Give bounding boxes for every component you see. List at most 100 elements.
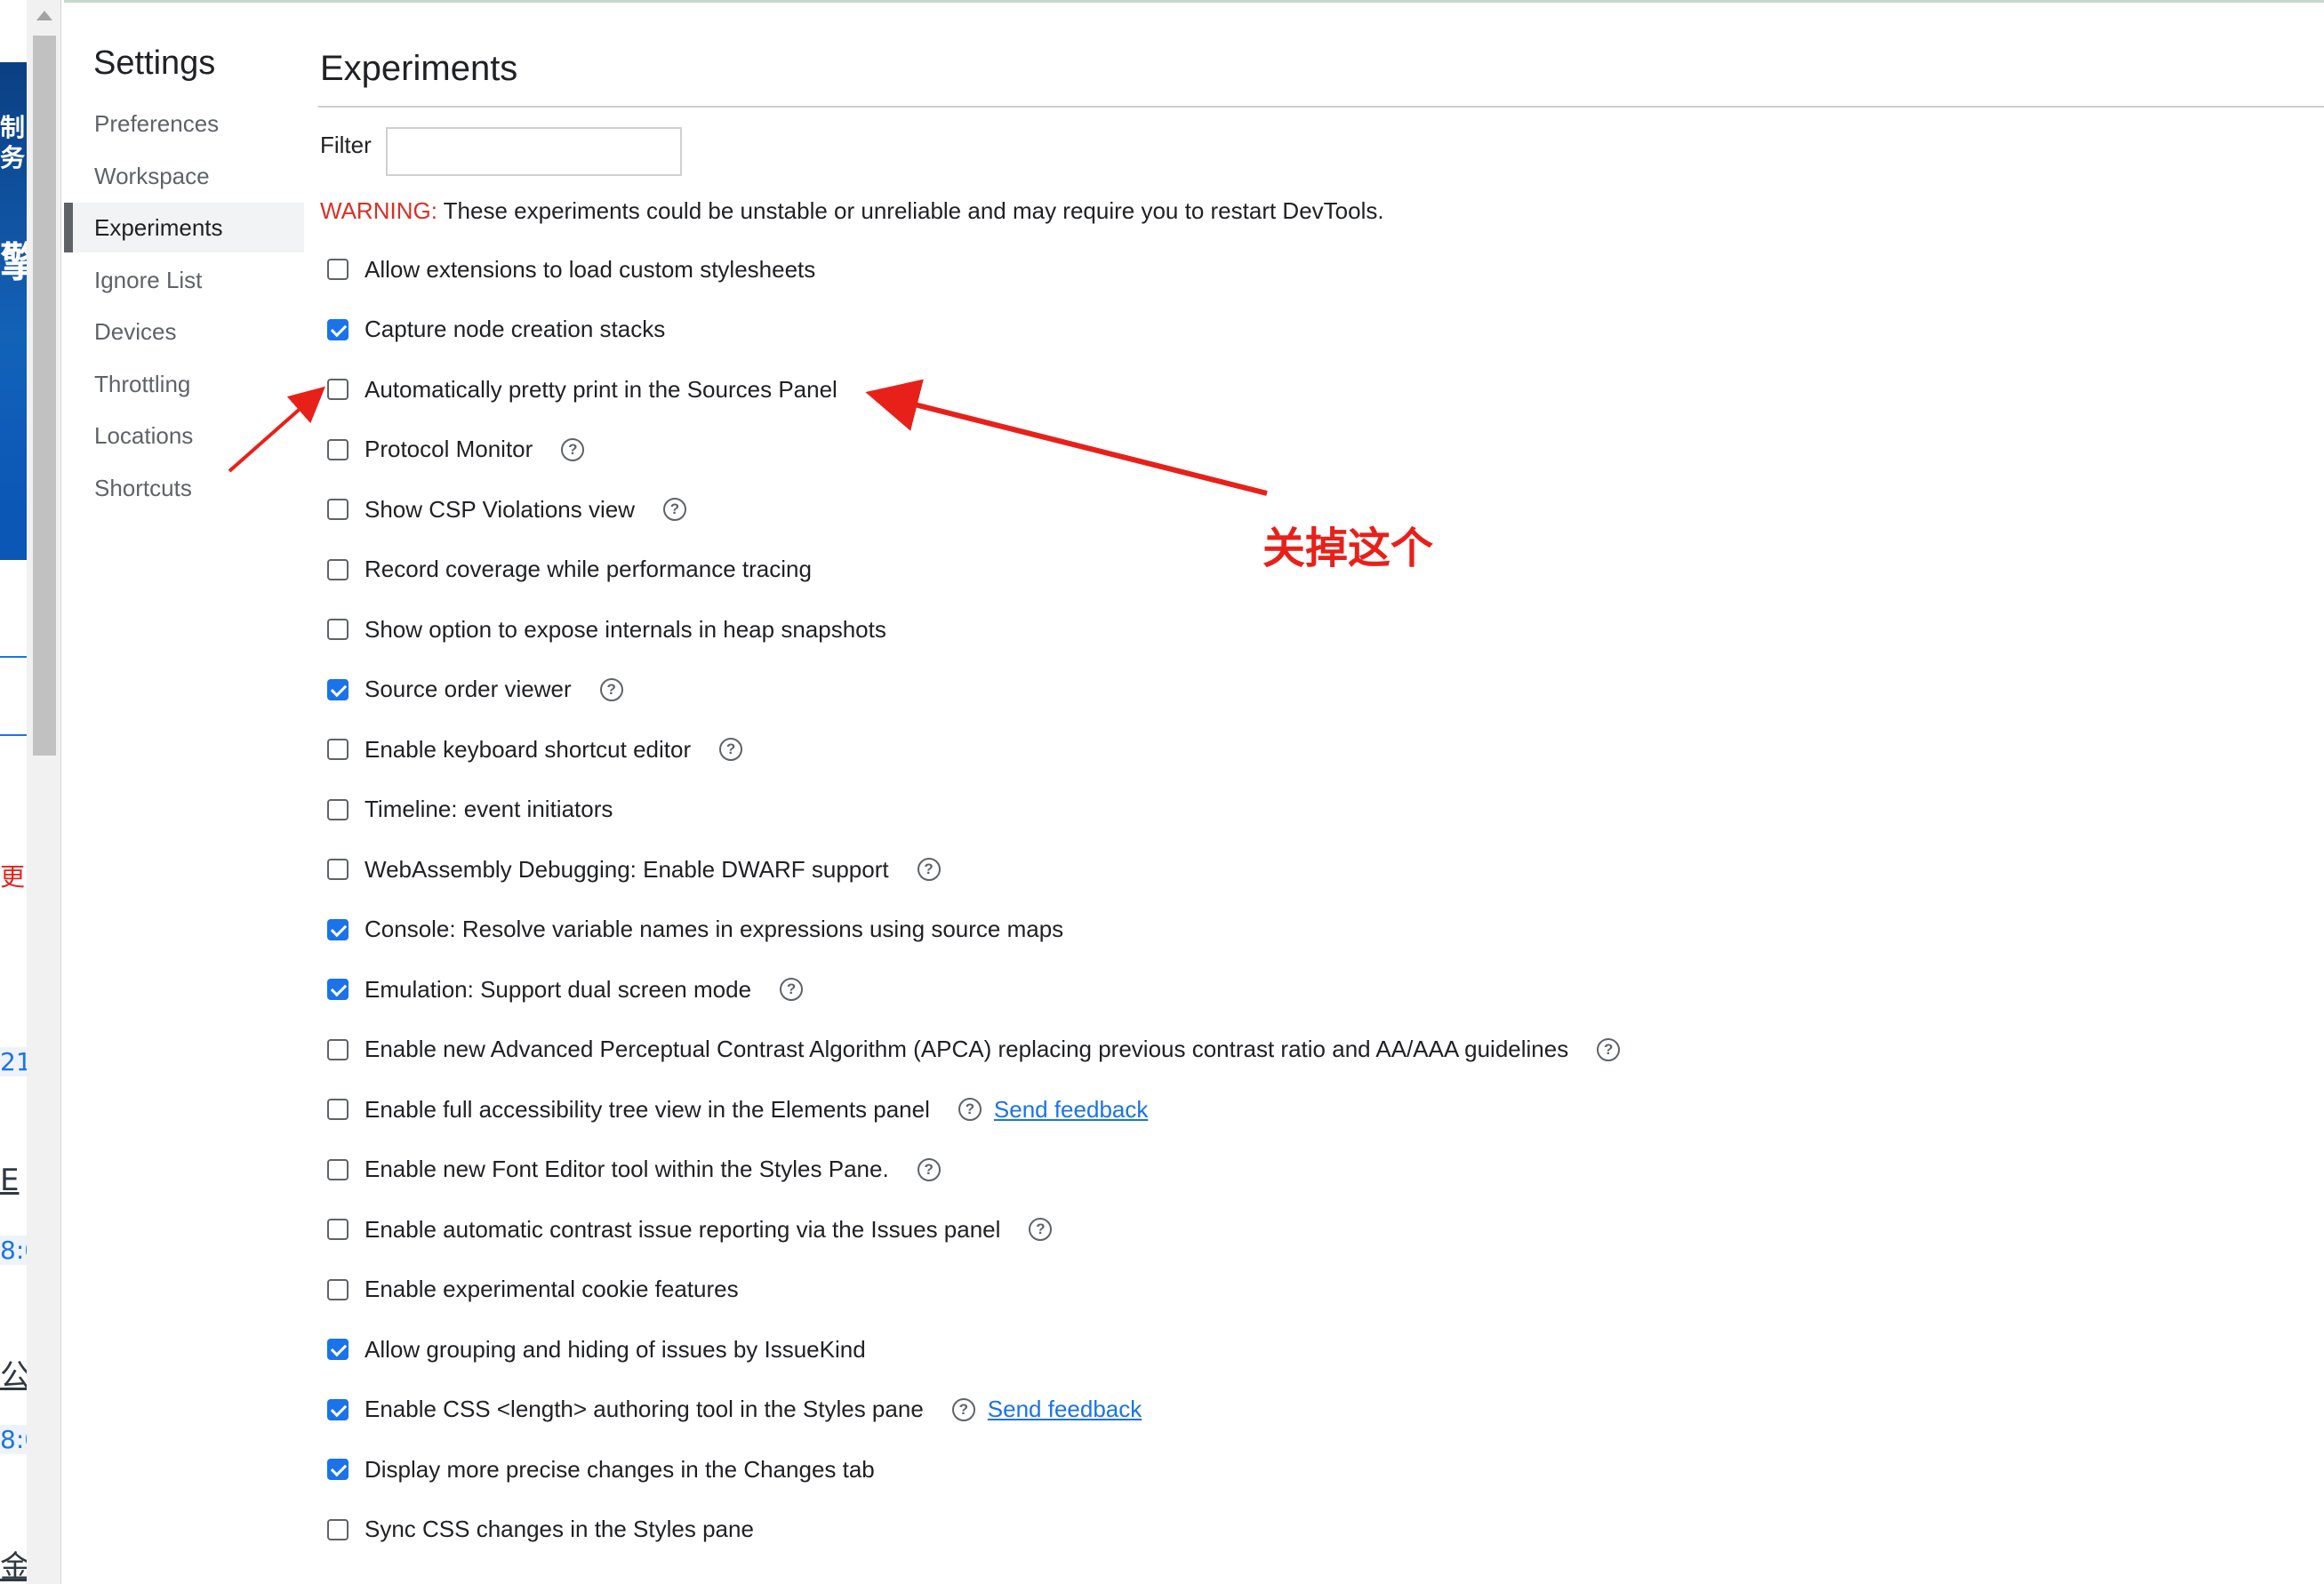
checkbox-checked[interactable] (327, 918, 349, 940)
experiment-label[interactable]: Enable keyboard shortcut editor (365, 736, 691, 764)
scrollbar-thumb[interactable] (33, 36, 56, 756)
help-icon[interactable]: ? (599, 677, 623, 701)
experiment-row[interactable]: Enable full accessibility tree view in t… (327, 1090, 1148, 1129)
sidebar-item-throttling[interactable]: Throttling (64, 359, 304, 409)
experiment-row[interactable]: Console: Resolve variable names in expre… (327, 910, 1063, 949)
background-text-fragment: 制 (0, 113, 26, 142)
sidebar-item-locations[interactable]: Locations (64, 411, 304, 460)
help-icon[interactable]: ? (917, 1157, 941, 1181)
experiment-label[interactable]: Timeline: event initiators (365, 796, 613, 823)
filter-label: Filter (320, 132, 372, 158)
experiment-row[interactable]: Enable automatic contrast issue reportin… (327, 1210, 1053, 1249)
experiment-row[interactable]: Enable CSS <length> authoring tool in th… (327, 1390, 1142, 1429)
scroll-up-arrow-icon[interactable] (36, 11, 52, 20)
experiment-label[interactable]: Capture node creation stacks (365, 316, 665, 343)
help-icon[interactable]: ? (951, 1397, 975, 1421)
experiment-label[interactable]: Source order viewer (365, 676, 572, 703)
experiment-row[interactable]: Show CSP Violations view? (327, 490, 686, 529)
experiment-row[interactable]: Display more precise changes in the Chan… (327, 1450, 875, 1489)
checkbox-unchecked[interactable] (327, 1278, 349, 1300)
experiment-label[interactable]: Enable CSS <length> authoring tool in th… (365, 1396, 924, 1423)
warning-message: WARNING: These experiments could be unst… (320, 197, 1384, 225)
checkbox-unchecked[interactable] (327, 259, 349, 280)
help-icon[interactable]: ? (917, 858, 941, 881)
experiment-row[interactable]: Allow grouping and hiding of issues by I… (327, 1330, 866, 1369)
experiment-label[interactable]: WebAssembly Debugging: Enable DWARF supp… (365, 856, 889, 884)
checkbox-unchecked[interactable] (327, 499, 349, 520)
experiment-row[interactable]: Enable new Advanced Perceptual Contrast … (327, 1030, 1621, 1069)
experiment-label[interactable]: Sync CSS changes in the Styles pane (365, 1516, 754, 1543)
help-icon[interactable]: ? (1597, 1037, 1621, 1061)
experiment-row[interactable]: Timeline: event initiators (327, 790, 613, 829)
background-divider (0, 656, 27, 658)
background-text-fragment: 公 (0, 1358, 30, 1394)
experiment-label[interactable]: Allow extensions to load custom styleshe… (365, 256, 815, 284)
experiment-label[interactable]: Protocol Monitor (365, 436, 533, 463)
experiment-label[interactable]: Show CSP Violations view (365, 496, 635, 524)
checkbox-checked[interactable] (327, 1339, 349, 1360)
experiment-row[interactable]: Automatically pretty print in the Source… (327, 370, 837, 409)
sidebar-item-workspace[interactable]: Workspace (64, 151, 304, 201)
experiments-panel: Experiments Filter WARNING: These experi… (318, 0, 2324, 1584)
sidebar-item-ignore-list[interactable]: Ignore List (64, 255, 304, 305)
filter-input[interactable] (386, 127, 682, 176)
annotation-label: 关掉这个 (1262, 524, 1434, 573)
experiment-label[interactable]: Console: Resolve variable names in expre… (365, 916, 1063, 943)
experiment-row[interactable]: Record coverage while performance tracin… (327, 550, 812, 589)
experiment-row[interactable]: Sync CSS changes in the Styles pane (327, 1510, 754, 1549)
experiment-label[interactable]: Record coverage while performance tracin… (365, 556, 812, 583)
background-divider (0, 734, 27, 736)
experiment-row[interactable]: Emulation: Support dual screen mode? (327, 970, 804, 1009)
checkbox-checked[interactable] (327, 678, 349, 700)
settings-sidebar: Settings Preferences Workspace Experiments… (64, 0, 304, 1584)
experiment-label[interactable]: Show option to expose internals in heap … (365, 616, 886, 644)
checkbox-unchecked[interactable] (327, 1099, 349, 1120)
experiment-row[interactable]: Allow extensions to load custom styleshe… (327, 250, 815, 289)
sidebar-item-preferences[interactable]: Preferences (64, 99, 304, 148)
checkbox-unchecked[interactable] (327, 619, 349, 640)
experiment-row[interactable]: Enable new Font Editor tool within the S… (327, 1150, 941, 1189)
checkbox-unchecked[interactable] (327, 859, 349, 880)
experiment-label[interactable]: Enable new Advanced Perceptual Contrast … (365, 1036, 1568, 1063)
help-icon[interactable]: ? (561, 437, 585, 461)
checkbox-unchecked[interactable] (327, 438, 349, 460)
experiment-row[interactable]: WebAssembly Debugging: Enable DWARF supp… (327, 850, 941, 889)
experiment-label[interactable]: Emulation: Support dual screen mode (365, 976, 751, 1004)
checkbox-checked[interactable] (327, 1459, 349, 1480)
experiment-row[interactable]: Show option to expose internals in heap … (327, 610, 886, 649)
settings-title: Settings (93, 44, 216, 82)
experiment-row[interactable]: Enable keyboard shortcut editor? (327, 730, 743, 769)
help-icon[interactable]: ? (719, 738, 743, 761)
checkbox-unchecked[interactable] (327, 558, 349, 580)
sidebar-item-experiments[interactable]: Experiments (64, 203, 304, 252)
experiment-label[interactable]: Enable experimental cookie features (365, 1276, 739, 1303)
experiment-label[interactable]: Enable new Font Editor tool within the S… (365, 1156, 889, 1183)
send-feedback-link[interactable]: Send feedback (994, 1096, 1148, 1124)
help-icon[interactable]: ? (958, 1098, 982, 1121)
experiment-label[interactable]: Enable full accessibility tree view in t… (365, 1096, 930, 1124)
sidebar-item-devices[interactable]: Devices (64, 307, 304, 356)
experiment-label[interactable]: Enable automatic contrast issue reportin… (365, 1216, 1000, 1244)
checkbox-unchecked[interactable] (327, 1158, 349, 1180)
send-feedback-link[interactable]: Send feedback (988, 1396, 1142, 1423)
checkbox-checked[interactable] (327, 979, 349, 1000)
experiment-row[interactable]: Protocol Monitor? (327, 430, 585, 469)
help-icon[interactable]: ? (780, 978, 804, 1001)
experiment-label[interactable]: Allow grouping and hiding of issues by I… (365, 1336, 866, 1364)
experiment-row[interactable]: Source order viewer? (327, 670, 623, 709)
checkbox-unchecked[interactable] (327, 1518, 349, 1540)
sidebar-item-shortcuts[interactable]: Shortcuts (64, 463, 304, 513)
help-icon[interactable]: ? (1029, 1218, 1053, 1241)
experiment-row[interactable]: Capture node creation stacks (327, 310, 665, 349)
experiment-row[interactable]: Enable experimental cookie features (327, 1270, 739, 1309)
checkbox-unchecked[interactable] (327, 379, 349, 400)
checkbox-unchecked[interactable] (327, 739, 349, 760)
checkbox-unchecked[interactable] (327, 1219, 349, 1240)
experiment-label[interactable]: Display more precise changes in the Chan… (365, 1456, 875, 1484)
checkbox-unchecked[interactable] (327, 798, 349, 820)
checkbox-checked[interactable] (327, 1398, 349, 1420)
experiment-label[interactable]: Automatically pretty print in the Source… (365, 376, 837, 404)
checkbox-checked[interactable] (327, 318, 349, 340)
help-icon[interactable]: ? (662, 498, 686, 521)
checkbox-unchecked[interactable] (327, 1038, 349, 1060)
